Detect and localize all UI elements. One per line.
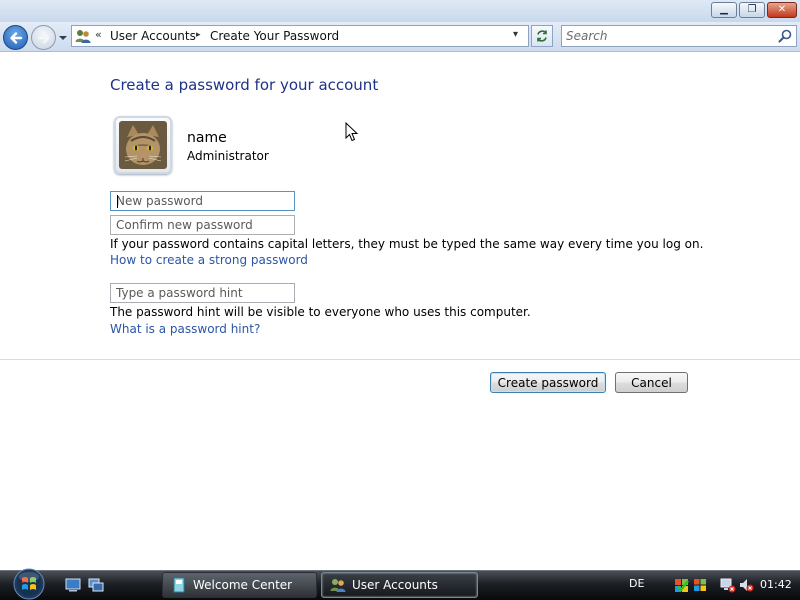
page-title: Create a password for your account <box>110 76 379 94</box>
breadcrumb-user-accounts[interactable]: User Accounts <box>110 29 196 43</box>
network-disconnected-icon[interactable] <box>720 577 736 593</box>
navigation-bar: « User Accounts ▸ Create Your Password ▾ <box>0 22 800 52</box>
back-button[interactable] <box>3 25 28 50</box>
user-role: Administrator <box>187 149 269 163</box>
confirm-password-input[interactable] <box>111 216 294 234</box>
restore-icon: ❐ <box>747 4 757 15</box>
content-divider <box>0 359 800 360</box>
cat-picture-icon <box>119 121 167 169</box>
maximize-button[interactable]: ❐ <box>739 2 765 18</box>
arrow-left-icon <box>9 31 22 44</box>
user-accounts-icon <box>75 30 91 43</box>
hint-visibility-note: The password hint will be visible to eve… <box>110 305 531 319</box>
taskbar-item-label: Welcome Center <box>193 578 293 592</box>
search-icon[interactable] <box>778 29 792 43</box>
search-input[interactable] <box>566 28 772 44</box>
avatar <box>114 116 172 174</box>
minimize-button[interactable]: ▁ <box>711 2 737 18</box>
address-dropdown-icon[interactable]: ▾ <box>513 29 518 40</box>
title-bar: ▁ ❐ ✕ <box>0 0 800 22</box>
text-caret <box>117 195 118 208</box>
mouse-pointer-icon <box>345 122 359 142</box>
taskbar-item-user-accounts[interactable]: User Accounts <box>321 572 478 598</box>
clock[interactable]: 01:42 <box>760 578 792 591</box>
address-bar[interactable]: « User Accounts ▸ Create Your Password ▾ <box>71 25 529 47</box>
start-button[interactable] <box>8 566 50 600</box>
recent-pages-dropdown-icon[interactable] <box>58 33 68 43</box>
language-indicator[interactable]: DE <box>629 577 644 590</box>
security-center-icon[interactable] <box>674 577 690 593</box>
windows-flag-icon[interactable] <box>692 577 708 593</box>
new-password-field[interactable] <box>110 191 295 211</box>
taskbar-item-label: User Accounts <box>352 578 438 592</box>
user-name: name <box>187 130 227 146</box>
switch-windows-icon[interactable] <box>88 578 104 592</box>
password-hint-field[interactable] <box>110 283 295 303</box>
capital-letters-note: If your password contains capital letter… <box>110 237 704 251</box>
new-password-input[interactable] <box>111 192 294 210</box>
breadcrumb-create-your-password[interactable]: Create Your Password <box>210 29 339 43</box>
user-accounts-icon <box>330 579 346 592</box>
welcome-center-icon <box>173 577 185 593</box>
breadcrumb-overflow-icon[interactable]: « <box>95 28 102 41</box>
arrow-right-icon <box>37 31 50 44</box>
cancel-button[interactable]: Cancel <box>615 372 688 393</box>
show-desktop-icon[interactable] <box>65 578 81 592</box>
confirm-password-field[interactable] <box>110 215 295 235</box>
refresh-button[interactable] <box>531 25 553 47</box>
volume-muted-icon[interactable] <box>738 577 754 593</box>
create-password-button[interactable]: Create password <box>490 372 606 393</box>
strong-password-link[interactable]: How to create a strong password <box>110 253 308 267</box>
close-button[interactable]: ✕ <box>767 2 797 18</box>
taskbar-item-welcome-center[interactable]: Welcome Center <box>162 572 317 598</box>
password-hint-help-link[interactable]: What is a password hint? <box>110 322 260 336</box>
refresh-icon <box>537 30 547 42</box>
close-icon: ✕ <box>777 4 787 15</box>
search-box[interactable] <box>561 25 797 47</box>
forward-button[interactable] <box>31 25 56 50</box>
breadcrumb-separator-icon[interactable]: ▸ <box>196 30 201 40</box>
password-hint-input[interactable] <box>111 284 294 302</box>
minimize-icon: ▁ <box>720 4 728 15</box>
